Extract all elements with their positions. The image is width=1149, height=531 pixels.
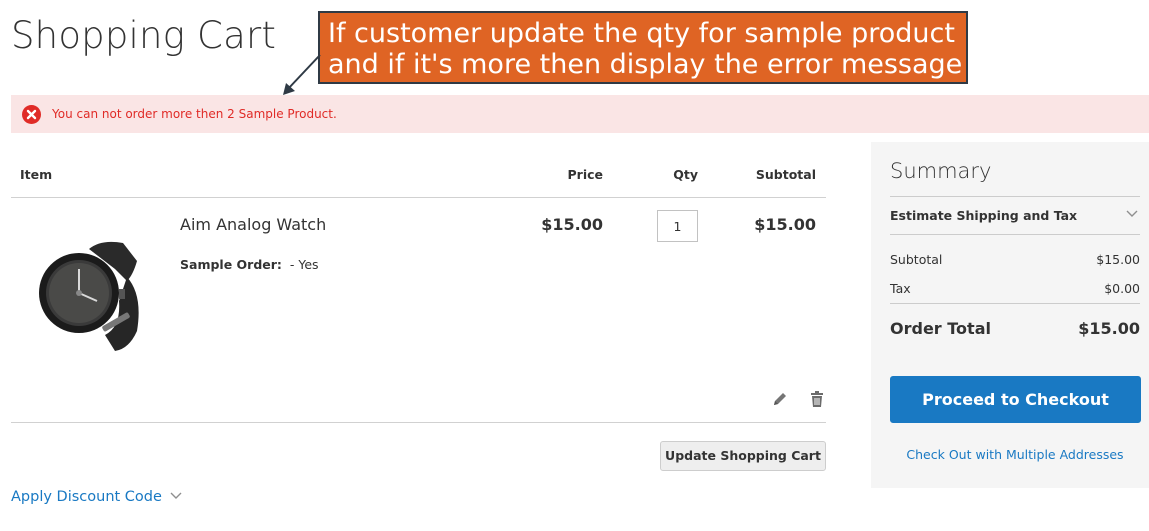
annotation-line-2: and if it's more then display the error … (328, 49, 963, 80)
apply-discount-toggle[interactable]: Apply Discount Code (11, 489, 182, 505)
order-total-label: Order Total (890, 319, 991, 338)
header-divider (11, 197, 826, 198)
proceed-to-checkout-button[interactable]: Proceed to Checkout (890, 376, 1141, 423)
column-header-item: Item (20, 167, 53, 182)
summary-divider (890, 234, 1140, 235)
pencil-edit-icon[interactable] (771, 390, 789, 408)
update-cart-button[interactable]: Update Shopping Cart (660, 441, 826, 471)
item-subtotal: $15.00 (754, 215, 816, 234)
option-label: Sample Order: (180, 257, 282, 272)
column-header-subtotal: Subtotal (755, 167, 816, 182)
column-header-qty: Qty (673, 167, 698, 182)
summary-title: Summary (890, 159, 992, 183)
error-x-icon (22, 105, 41, 124)
chevron-down-icon (1126, 210, 1138, 217)
chevron-down-icon (170, 492, 182, 499)
product-option: Sample Order: - Yes (180, 257, 319, 272)
trash-icon[interactable] (808, 390, 826, 408)
multiple-addresses-link[interactable]: Check Out with Multiple Addresses (871, 447, 1149, 462)
summary-divider (890, 196, 1140, 197)
page-title: Shopping Cart (11, 14, 277, 57)
option-value: - Yes (289, 257, 319, 272)
wristwatch-image[interactable] (31, 231, 151, 356)
order-summary: Summary Estimate Shipping and Tax Subtot… (871, 142, 1149, 488)
product-name-link[interactable]: Aim Analog Watch (180, 215, 326, 234)
summary-divider (890, 303, 1140, 304)
error-text: You can not order more then 2 Sample Pro… (52, 107, 337, 121)
subtotal-value: $15.00 (1096, 252, 1140, 267)
qty-input[interactable] (657, 210, 698, 242)
estimate-shipping-toggle[interactable]: Estimate Shipping and Tax (890, 201, 1140, 231)
row-divider (11, 422, 826, 423)
column-header-price: Price (567, 167, 604, 182)
estimate-label: Estimate Shipping and Tax (890, 208, 1078, 223)
annotation-line-1: If customer update the qty for sample pr… (328, 18, 955, 49)
annotation-callout: If customer update the qty for sample pr… (318, 11, 968, 84)
order-total-value: $15.00 (1078, 319, 1140, 338)
item-price: $15.00 (541, 215, 603, 234)
subtotal-label: Subtotal (890, 252, 943, 267)
discount-label: Apply Discount Code (11, 489, 162, 505)
annotation-arrow (283, 54, 321, 95)
tax-label: Tax (890, 281, 911, 296)
error-message: You can not order more then 2 Sample Pro… (11, 95, 1149, 133)
tax-value: $0.00 (1104, 281, 1140, 296)
